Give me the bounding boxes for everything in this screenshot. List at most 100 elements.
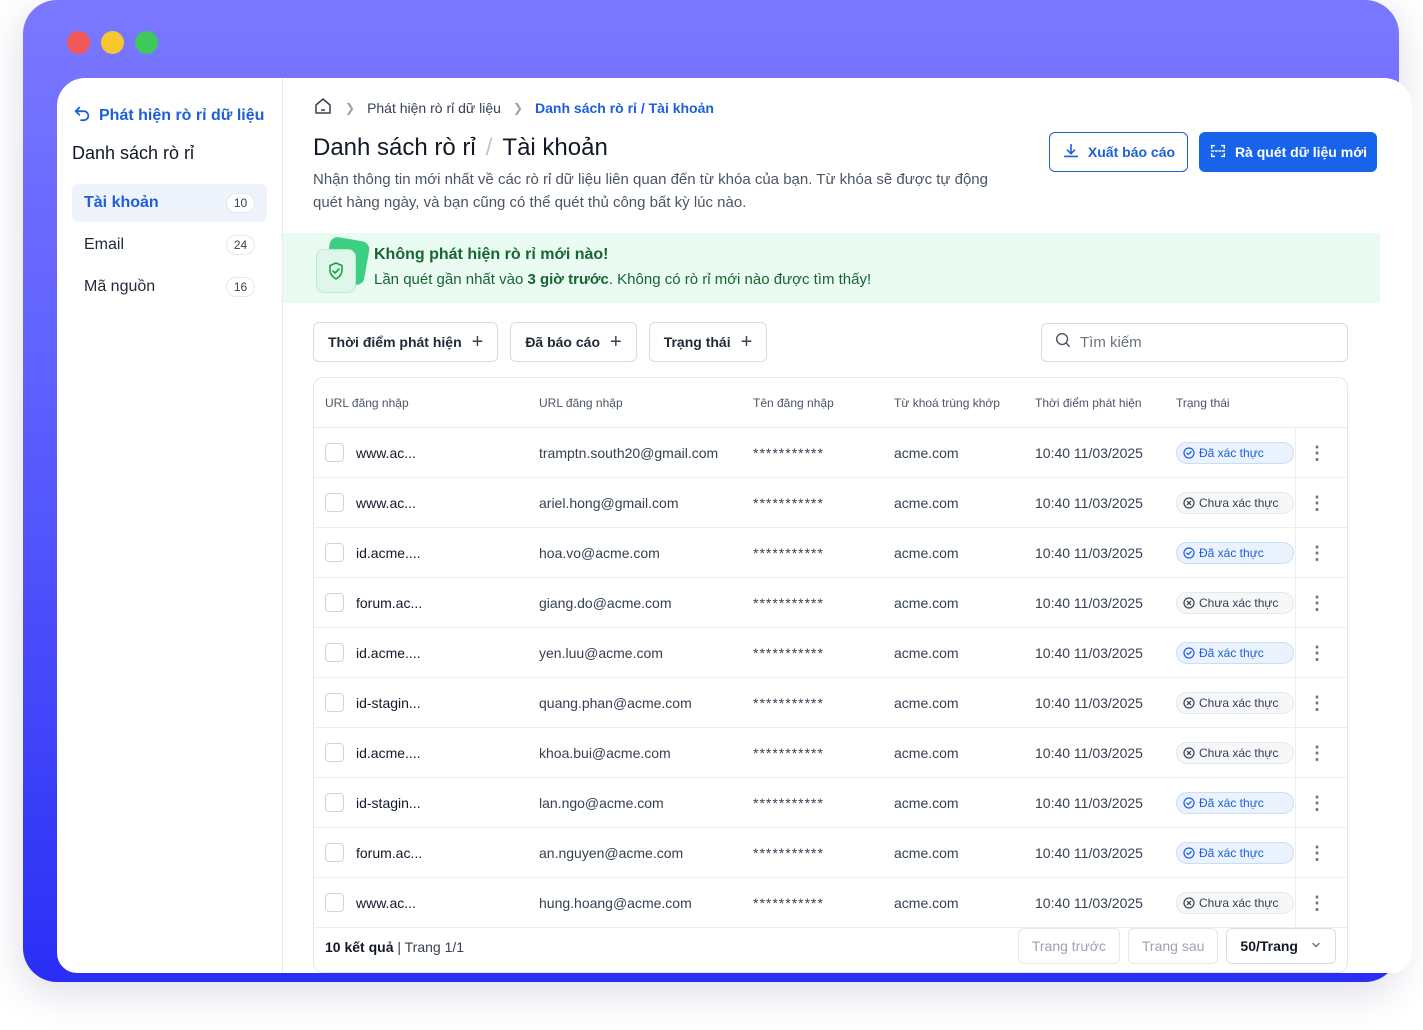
download-icon bbox=[1062, 142, 1080, 163]
row-url[interactable]: www.ac... bbox=[356, 495, 416, 511]
chevron-down-icon bbox=[1310, 938, 1322, 954]
row-checkbox[interactable] bbox=[325, 793, 344, 812]
more-options-icon[interactable]: ⋮ bbox=[1308, 894, 1326, 912]
row-checkbox[interactable] bbox=[325, 693, 344, 712]
row-checkbox[interactable] bbox=[325, 893, 344, 912]
sidebar-item-2[interactable]: Mã nguồn 16 bbox=[72, 268, 267, 306]
export-report-button[interactable]: Xuất báo cáo bbox=[1049, 132, 1188, 172]
row-checkbox[interactable] bbox=[325, 743, 344, 762]
more-options-icon[interactable]: ⋮ bbox=[1308, 544, 1326, 562]
x-circle-icon bbox=[1183, 896, 1195, 909]
x-circle-icon bbox=[1183, 596, 1195, 609]
row-username: *********** bbox=[753, 744, 824, 761]
sidebar-item-1[interactable]: Email 24 bbox=[72, 226, 267, 264]
row-url[interactable]: id.acme.... bbox=[356, 645, 421, 661]
row-keyword: acme.com bbox=[894, 794, 959, 811]
row-login: an.nguyen@acme.com bbox=[539, 844, 684, 861]
row-username: *********** bbox=[753, 694, 824, 711]
row-time: 10:40 11/03/2025 bbox=[1035, 494, 1143, 511]
more-options-icon[interactable]: ⋮ bbox=[1308, 694, 1326, 712]
row-checkbox[interactable] bbox=[325, 443, 344, 462]
scan-icon bbox=[1209, 142, 1227, 163]
table-row[interactable]: id.acme.... yen.luu@acme.com *********** ac… bbox=[314, 628, 1347, 678]
row-login: giang.do@acme.com bbox=[539, 594, 672, 611]
home-icon[interactable] bbox=[313, 96, 333, 119]
row-url[interactable]: id.acme.... bbox=[356, 545, 421, 561]
status-badge: Chưa xác thực bbox=[1176, 591, 1294, 614]
close-window-dot[interactable] bbox=[67, 31, 90, 54]
row-url[interactable]: forum.ac... bbox=[356, 845, 422, 861]
minimize-window-dot[interactable] bbox=[101, 31, 124, 54]
breadcrumb-item-detection[interactable]: Phát hiện rò rỉ dữ liệu bbox=[367, 100, 501, 116]
filter-reported[interactable]: Đã báo cáo + bbox=[510, 322, 637, 362]
column-header-url[interactable]: URL đăng nhập bbox=[314, 396, 528, 410]
scan-new-data-button[interactable]: Rà quét dữ liệu mới bbox=[1199, 132, 1377, 172]
table-row[interactable]: id-stagin... quang.phan@acme.com *********… bbox=[314, 678, 1347, 728]
column-header-login-url[interactable]: URL đăng nhập bbox=[528, 396, 742, 410]
table-row[interactable]: id.acme.... khoa.bui@acme.com *********** a… bbox=[314, 728, 1347, 778]
search-box[interactable] bbox=[1041, 323, 1348, 362]
row-url[interactable]: id-stagin... bbox=[356, 795, 421, 811]
status-badge: Chưa xác thực bbox=[1176, 691, 1294, 714]
check-circle-icon bbox=[1183, 796, 1195, 809]
row-time: 10:40 11/03/2025 bbox=[1035, 794, 1143, 811]
next-page-button[interactable]: Trang sau bbox=[1127, 928, 1219, 964]
check-circle-icon bbox=[1183, 646, 1195, 659]
column-header-actions bbox=[1295, 378, 1338, 427]
page-title-sub: Tài khoản bbox=[502, 134, 608, 161]
prev-page-button[interactable]: Trang trước bbox=[1017, 928, 1120, 964]
filter-status[interactable]: Trạng thái + bbox=[648, 322, 768, 362]
more-options-icon[interactable]: ⋮ bbox=[1308, 594, 1326, 612]
table-row[interactable]: forum.ac... giang.do@acme.com *********** a… bbox=[314, 578, 1347, 628]
plus-icon: + bbox=[610, 331, 622, 353]
table-row[interactable]: www.ac... tramptn.south20@gmail.com ******… bbox=[314, 428, 1347, 478]
row-checkbox[interactable] bbox=[325, 843, 344, 862]
more-options-icon[interactable]: ⋮ bbox=[1308, 844, 1326, 862]
row-url[interactable]: id-stagin... bbox=[356, 695, 421, 711]
row-checkbox[interactable] bbox=[325, 643, 344, 662]
row-url[interactable]: www.ac... bbox=[356, 895, 416, 911]
search-input[interactable] bbox=[1080, 334, 1320, 351]
row-keyword: acme.com bbox=[894, 544, 959, 561]
row-url[interactable]: id.acme.... bbox=[356, 745, 421, 761]
chevron-right-icon: ❯ bbox=[345, 100, 356, 115]
row-login: quang.phan@acme.com bbox=[539, 694, 692, 711]
filter-bar: Thời điểm phát hiện + Đã báo cáo + Trạng t… bbox=[313, 322, 768, 362]
table-row[interactable]: id-stagin... lan.ngo@acme.com *********** a… bbox=[314, 778, 1347, 828]
row-checkbox[interactable] bbox=[325, 543, 344, 562]
row-keyword: acme.com bbox=[894, 694, 959, 711]
column-header-keyword[interactable]: Từ khoá trùng khớp bbox=[883, 396, 1024, 410]
search-icon bbox=[1054, 331, 1072, 354]
page-size-select[interactable]: 50/Trang bbox=[1226, 928, 1336, 964]
column-header-status[interactable]: Trạng thái bbox=[1165, 396, 1295, 410]
status-badge: Đã xác thực bbox=[1176, 791, 1294, 814]
app-window: Phát hiện rò rỉ dữ liệu Danh sách rò rỉ … bbox=[57, 78, 1412, 973]
scan-new-data-label: Rà quét dữ liệu mới bbox=[1234, 144, 1368, 160]
table-row[interactable]: id.acme.... hoa.vo@acme.com *********** acm… bbox=[314, 528, 1347, 578]
back-link-label: Phát hiện rò rỉ dữ liệu bbox=[99, 106, 265, 124]
maximize-window-dot[interactable] bbox=[135, 31, 158, 54]
column-header-username[interactable]: Tên đăng nhập bbox=[742, 396, 883, 410]
table-row[interactable]: forum.ac... an.nguyen@acme.com ***********… bbox=[314, 828, 1347, 878]
more-options-icon[interactable]: ⋮ bbox=[1308, 794, 1326, 812]
results-summary: 10 kết quả | Trang 1/1 bbox=[325, 939, 465, 955]
x-circle-icon bbox=[1183, 496, 1195, 509]
row-url[interactable]: www.ac... bbox=[356, 445, 416, 461]
row-url[interactable]: forum.ac... bbox=[356, 595, 422, 611]
table-row[interactable]: www.ac... ariel.hong@gmail.com ***********… bbox=[314, 478, 1347, 528]
column-header-time[interactable]: Thời điểm phát hiện bbox=[1024, 396, 1165, 410]
row-time: 10:40 11/03/2025 bbox=[1035, 594, 1143, 611]
back-link[interactable]: Phát hiện rò rỉ dữ liệu bbox=[73, 104, 264, 127]
table-row[interactable]: www.ac... hung.hoang@acme.com *********** a… bbox=[314, 878, 1347, 928]
more-options-icon[interactable]: ⋮ bbox=[1308, 444, 1326, 462]
more-options-icon[interactable]: ⋮ bbox=[1308, 744, 1326, 762]
row-checkbox[interactable] bbox=[325, 493, 344, 512]
sidebar-title: Danh sách rò rỉ bbox=[72, 143, 195, 163]
filter-detection-time[interactable]: Thời điểm phát hiện + bbox=[313, 322, 499, 362]
more-options-icon[interactable]: ⋮ bbox=[1308, 494, 1326, 512]
row-keyword: acme.com bbox=[894, 744, 959, 761]
sidebar-item-0[interactable]: Tài khoản 10 bbox=[72, 184, 267, 222]
row-checkbox[interactable] bbox=[325, 593, 344, 612]
more-options-icon[interactable]: ⋮ bbox=[1308, 644, 1326, 662]
status-alert: Không phát hiện rò rỉ mới nào! Lần quét … bbox=[283, 233, 1380, 303]
